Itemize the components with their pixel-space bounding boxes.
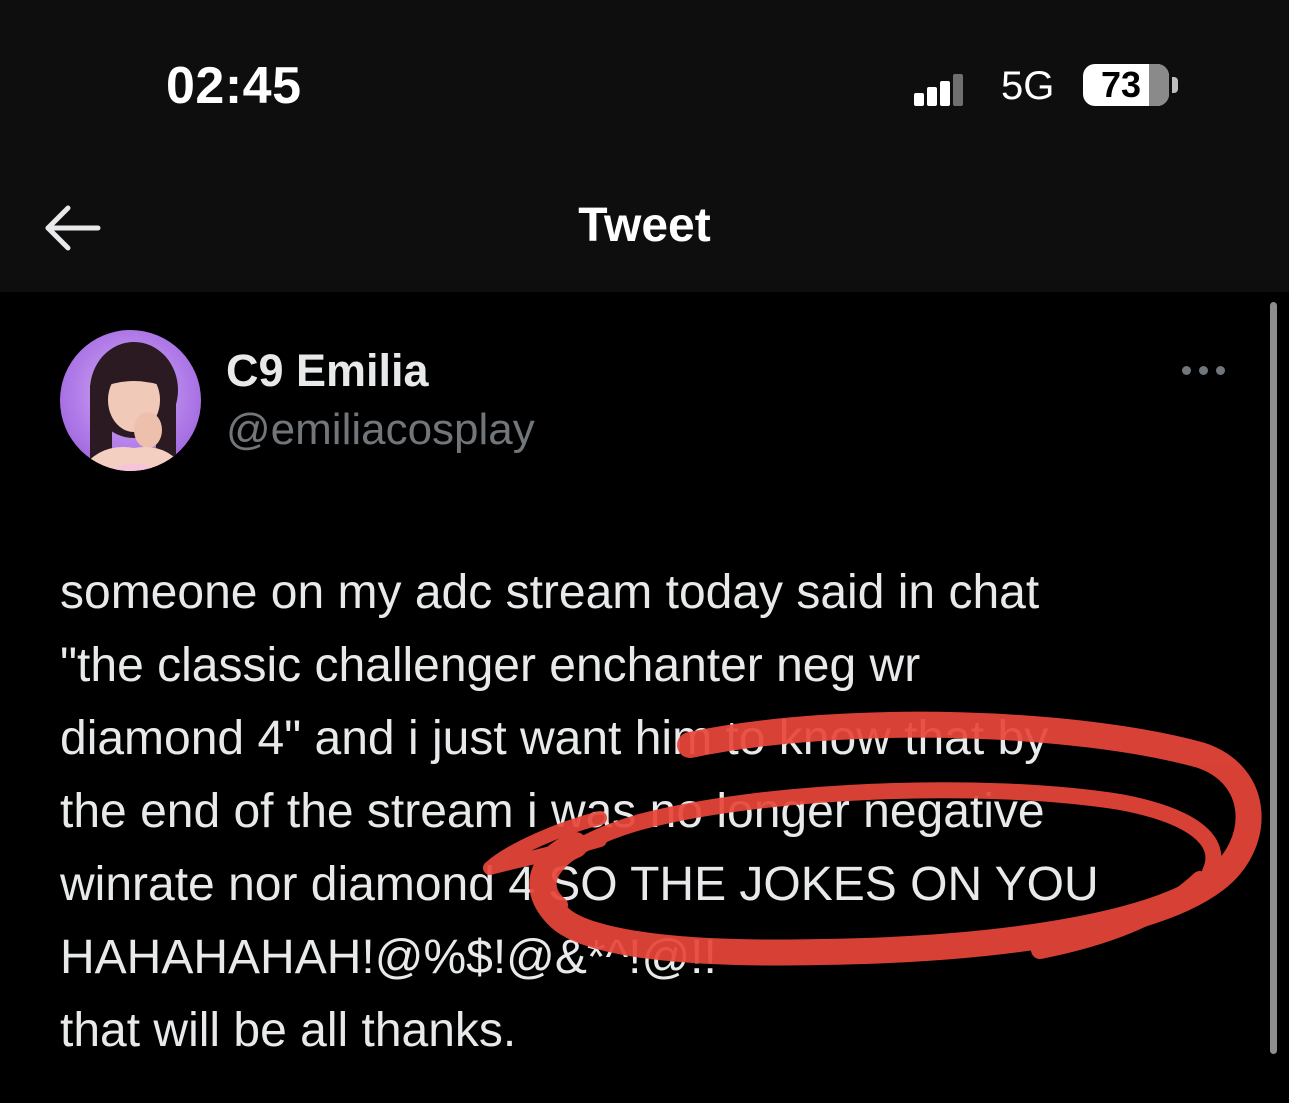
tweet-line: someone on my adc stream today said in c… — [60, 566, 1040, 619]
top-bar: 02:45 5G 73 Tweet — [0, 0, 1289, 292]
avatar-image — [80, 342, 186, 471]
more-options-button[interactable] — [1178, 360, 1230, 382]
more-horizontal-icon — [1216, 366, 1225, 375]
signal-icon — [914, 74, 964, 106]
battery-percentage: 73 — [1100, 64, 1142, 105]
tweet-line: winrate nor diamond 4 SO THE JOKES ON YO… — [60, 858, 1099, 911]
battery-nub — [1172, 77, 1178, 93]
page-title: Tweet — [578, 199, 711, 252]
tweet-line: the end of the stream i was no longer ne… — [60, 785, 1045, 838]
tweet-line: that will be all thanks. — [60, 1004, 517, 1057]
author-name[interactable]: C9 Emilia — [226, 345, 429, 397]
tweet-line: "the classic challenger enchanter neg wr — [60, 639, 921, 692]
tweet-line: HAHAHAHAH!@%$!@&*^!@!! — [60, 931, 717, 984]
more-horizontal-icon — [1199, 366, 1208, 375]
author-handle[interactable]: @emiliacosplay — [226, 405, 535, 455]
tweet-text: someone on my adc stream today said in c… — [60, 556, 1240, 1067]
tweet-line: diamond 4" and i just want him to know t… — [60, 712, 1049, 765]
avatar[interactable] — [60, 330, 201, 471]
battery-icon: 73 — [1083, 64, 1169, 106]
more-horizontal-icon — [1182, 366, 1191, 375]
network-type: 5G — [1001, 64, 1055, 108]
scrollbar[interactable] — [1270, 302, 1277, 1054]
status-time: 02:45 — [166, 57, 302, 115]
